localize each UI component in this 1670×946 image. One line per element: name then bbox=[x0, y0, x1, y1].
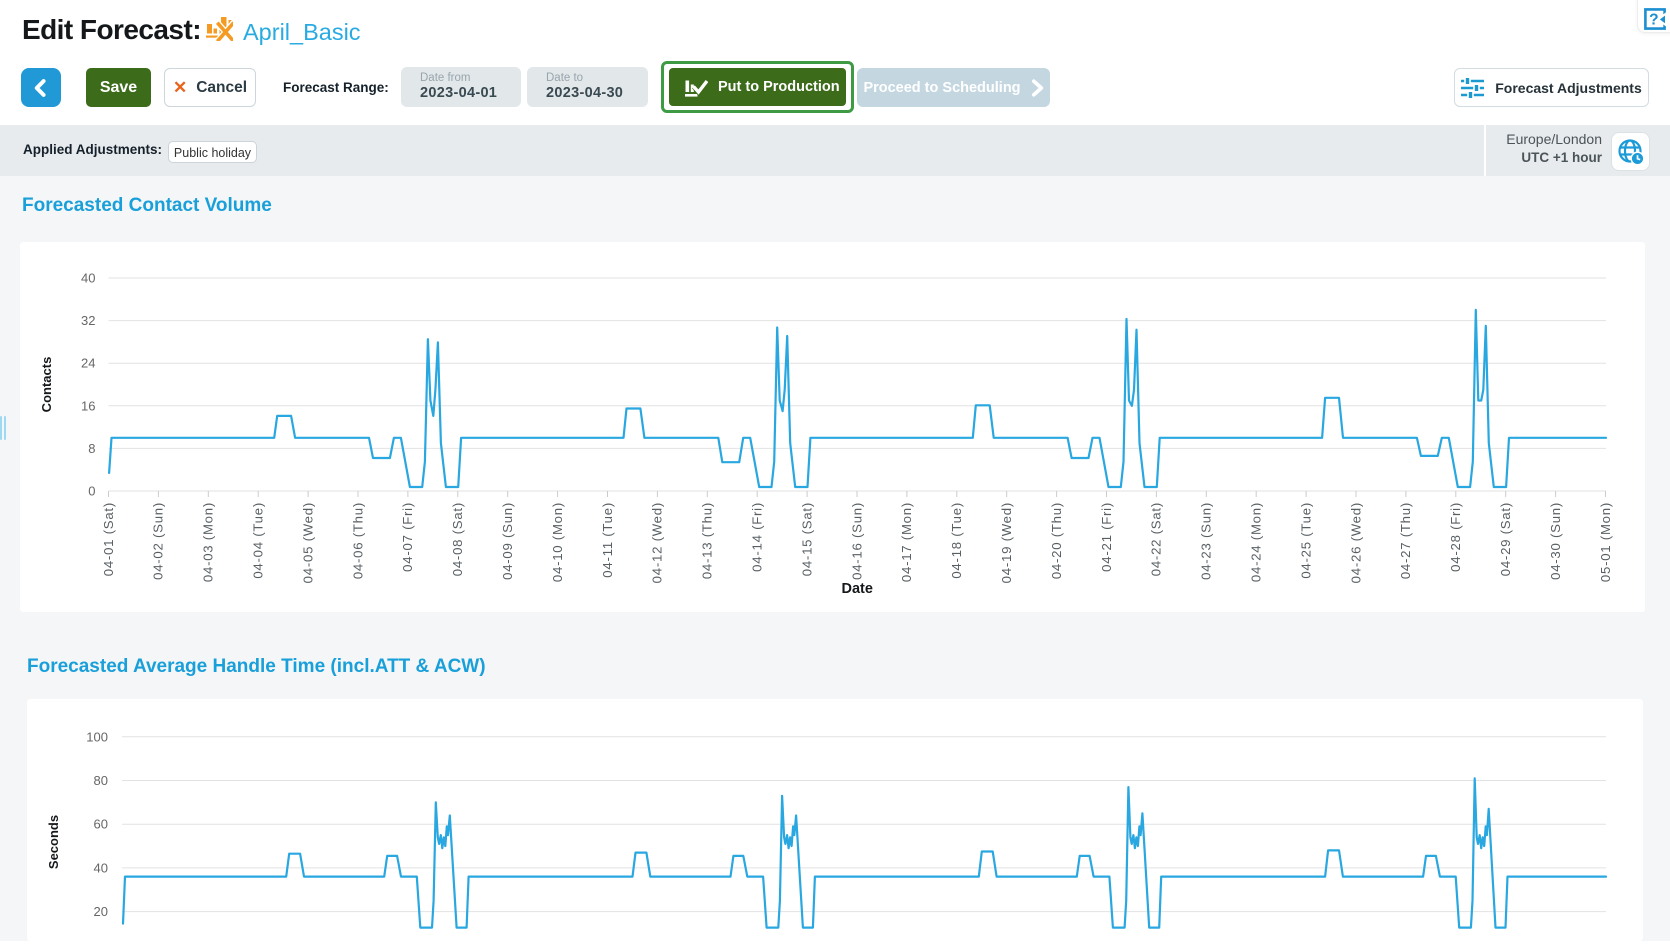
svg-text:04-24 (Mon): 04-24 (Mon) bbox=[1249, 502, 1264, 582]
svg-text:04-28 (Fri): 04-28 (Fri) bbox=[1448, 502, 1463, 572]
svg-text:04-09 (Sun): 04-09 (Sun) bbox=[500, 502, 515, 580]
svg-text:04-12 (Wed): 04-12 (Wed) bbox=[650, 502, 665, 583]
svg-text:04-14 (Fri): 04-14 (Fri) bbox=[750, 502, 765, 572]
svg-text:04-29 (Sat): 04-29 (Sat) bbox=[1498, 502, 1513, 576]
svg-text:40: 40 bbox=[81, 271, 95, 286]
svg-text:04-01 (Sat): 04-01 (Sat) bbox=[101, 502, 116, 576]
svg-text:04-07 (Fri): 04-07 (Fri) bbox=[400, 502, 415, 572]
svg-text:04-21 (Fri): 04-21 (Fri) bbox=[1099, 502, 1114, 572]
svg-text:04-20 (Thu): 04-20 (Thu) bbox=[1049, 502, 1064, 579]
svg-text:Seconds: Seconds bbox=[46, 815, 61, 869]
svg-text:80: 80 bbox=[94, 773, 108, 788]
svg-text:?: ? bbox=[1649, 12, 1658, 29]
svg-text:04-05 (Wed): 04-05 (Wed) bbox=[300, 502, 315, 583]
svg-text:04-02 (Sun): 04-02 (Sun) bbox=[151, 502, 166, 580]
svg-text:05-01 (Mon): 05-01 (Mon) bbox=[1598, 502, 1613, 582]
svg-text:04-11 (Tue): 04-11 (Tue) bbox=[600, 502, 615, 578]
svg-text:04-22 (Sat): 04-22 (Sat) bbox=[1149, 502, 1164, 576]
svg-text:04-06 (Thu): 04-06 (Thu) bbox=[350, 502, 365, 579]
svg-text:0: 0 bbox=[88, 484, 95, 499]
svg-text:04-23 (Sun): 04-23 (Sun) bbox=[1199, 502, 1214, 580]
svg-text:04-13 (Thu): 04-13 (Thu) bbox=[700, 502, 715, 579]
svg-text:04-25 (Tue): 04-25 (Tue) bbox=[1298, 502, 1313, 579]
svg-text:04-17 (Mon): 04-17 (Mon) bbox=[899, 502, 914, 582]
svg-text:60: 60 bbox=[94, 817, 108, 832]
svg-text:20: 20 bbox=[94, 904, 108, 919]
svg-text:04-19 (Wed): 04-19 (Wed) bbox=[999, 502, 1014, 583]
svg-text:8: 8 bbox=[88, 441, 95, 456]
svg-text:04-27 (Thu): 04-27 (Thu) bbox=[1398, 502, 1413, 579]
svg-text:32: 32 bbox=[81, 313, 95, 328]
svg-text:Date: Date bbox=[841, 581, 872, 597]
svg-text:04-30 (Sun): 04-30 (Sun) bbox=[1548, 502, 1563, 580]
svg-text:04-16 (Sun): 04-16 (Sun) bbox=[849, 502, 864, 580]
svg-text:100: 100 bbox=[86, 729, 108, 744]
svg-text:Contacts: Contacts bbox=[39, 357, 54, 413]
svg-text:04-04 (Tue): 04-04 (Tue) bbox=[251, 502, 266, 579]
svg-text:04-03 (Mon): 04-03 (Mon) bbox=[201, 502, 216, 582]
svg-text:04-10 (Mon): 04-10 (Mon) bbox=[550, 502, 565, 582]
svg-text:04-26 (Wed): 04-26 (Wed) bbox=[1348, 502, 1363, 583]
svg-text:04-15 (Sat): 04-15 (Sat) bbox=[799, 502, 814, 576]
svg-text:40: 40 bbox=[94, 860, 108, 875]
svg-text:16: 16 bbox=[81, 398, 95, 413]
svg-text:04-18 (Tue): 04-18 (Tue) bbox=[949, 502, 964, 579]
svg-text:04-08 (Sat): 04-08 (Sat) bbox=[450, 502, 465, 576]
svg-text:24: 24 bbox=[81, 356, 95, 371]
